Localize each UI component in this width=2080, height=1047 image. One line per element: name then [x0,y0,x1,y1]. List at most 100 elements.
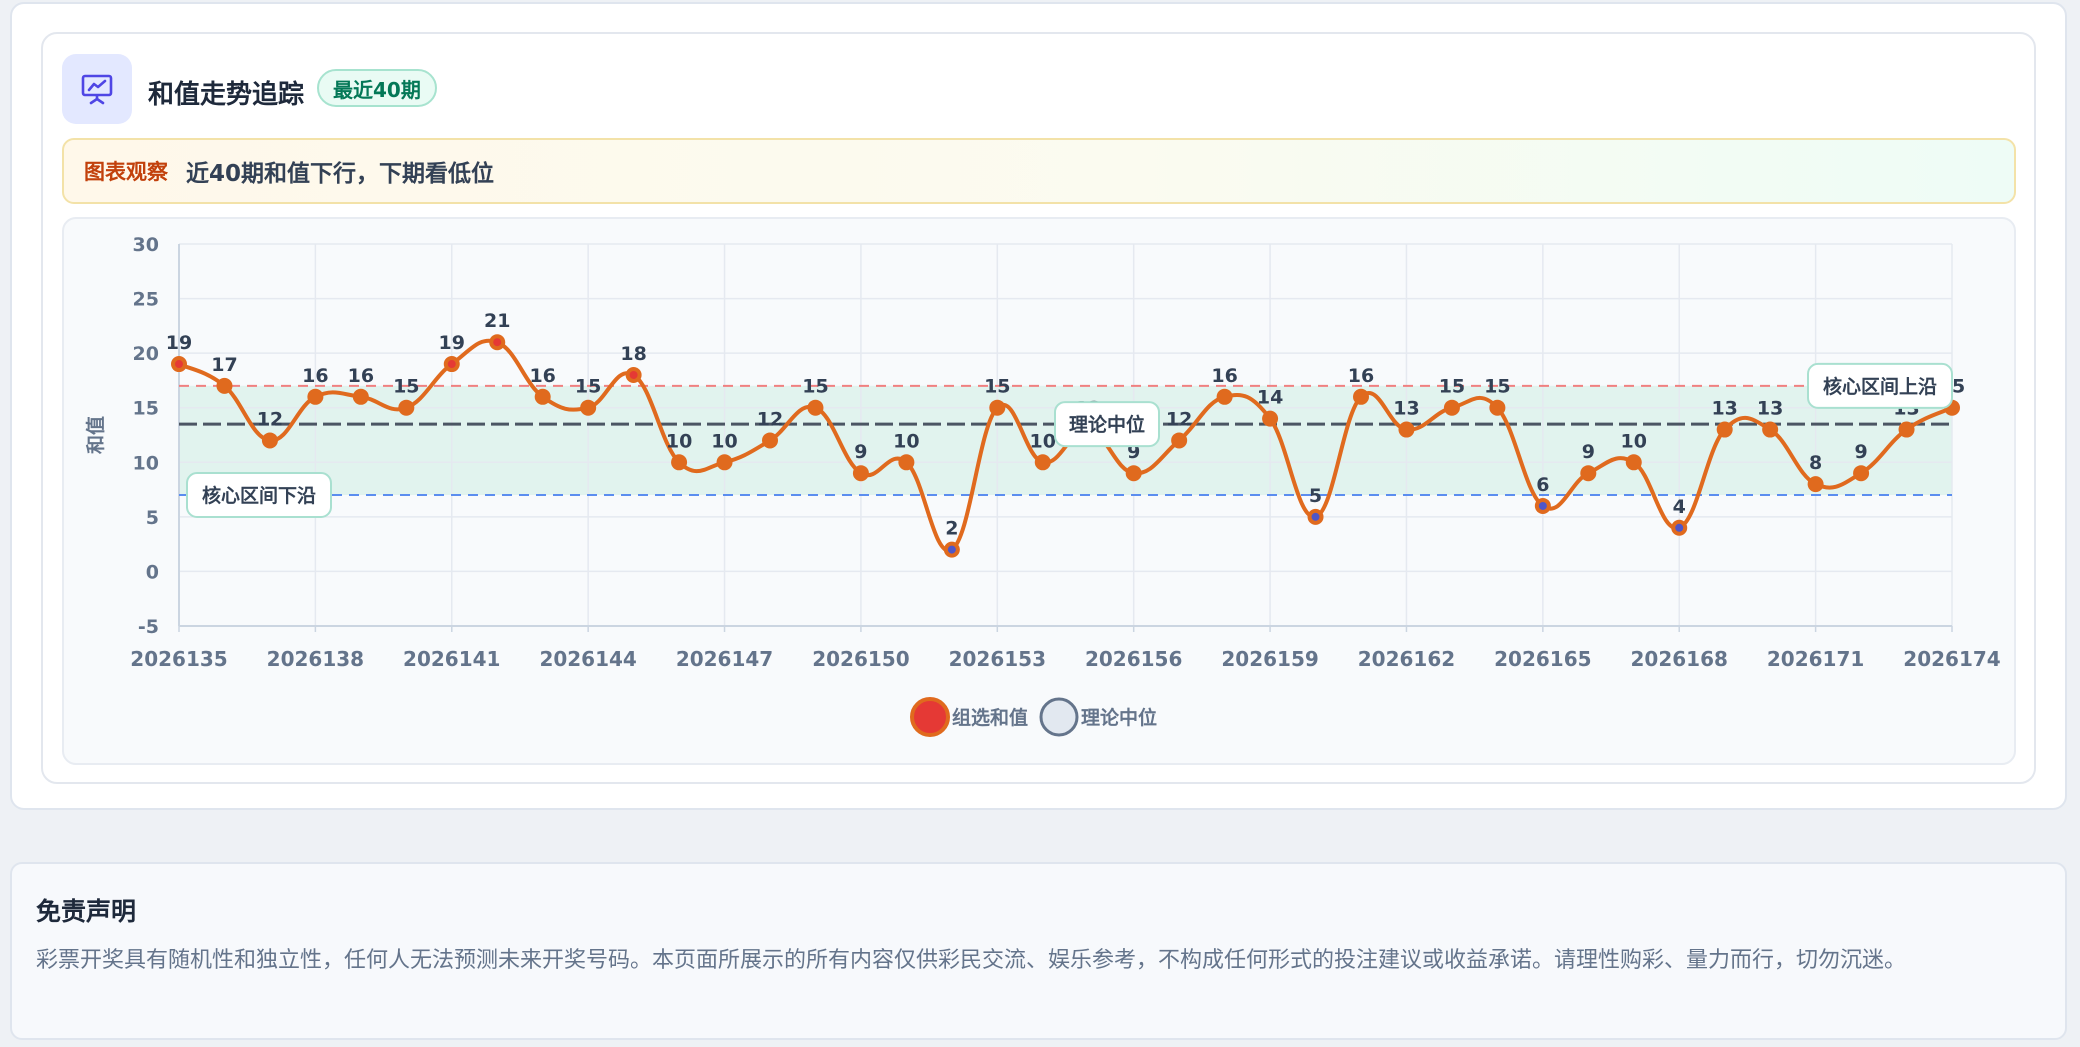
data-label: 5 [1309,485,1322,507]
x-tick-label: 2026168 [1631,647,1728,671]
data-point [1807,476,1824,493]
data-label: 16 [1211,365,1237,387]
data-label: 12 [257,408,283,430]
data-label: 15 [802,376,828,398]
x-tick-label: 2026141 [403,647,500,671]
data-point-hot-marker [493,338,502,347]
data-label: 10 [1621,430,1647,452]
data-label: 4 [1673,496,1686,518]
x-tick-label: 2026171 [1767,647,1864,671]
data-point [762,432,778,449]
data-label: 15 [1439,376,1465,398]
data-label: 16 [302,365,328,387]
data-label: 2 [945,518,958,540]
data-label: 19 [439,332,465,354]
data-label: 13 [1757,398,1783,420]
data-label: 16 [529,365,555,387]
data-label: 15 [1484,376,1510,398]
data-point [898,454,915,471]
data-point [1216,388,1233,405]
data-label: 15 [393,376,419,398]
disclaimer-text: 彩票开奖具有随机性和独立性，任何人无法预测未来开奖号码。本页面所展示的所有内容仅… [36,948,1907,973]
data-point [1353,388,1369,405]
sum-trend-chart: -50510152025302026135 2026138 2026141 20261… [84,234,2001,737]
data-label: 9 [1854,441,1867,463]
legend-item-sum: 组选和值 [910,697,1028,737]
x-tick-label: 2026153 [949,647,1046,671]
data-point [1171,432,1188,449]
data-label: 10 [1030,430,1056,452]
data-point [1898,421,1915,438]
data-point [216,377,233,394]
data-point [1853,465,1870,482]
median-label: 理论中位 [1054,401,1160,448]
upper-range-label: 核心区间上沿 [1807,362,1953,409]
x-tick-label: 2026165 [1494,647,1591,671]
observation-text: 近40期和值下行，下期看低位 [186,161,495,187]
data-label: 15 [984,376,1010,398]
y-tick-label: 15 [133,398,159,420]
data-label: 16 [348,365,374,387]
median-label-text: 理论中位 [1069,413,1145,436]
data-label: 6 [1536,474,1549,496]
data-point [307,388,324,405]
data-point [1125,465,1142,482]
x-tick-label: 2026159 [1221,647,1318,671]
data-label: 16 [1348,365,1374,387]
data-point [807,399,824,416]
chart-observation: 图表观察 近40期和值下行，下期看低位 [62,138,2016,204]
x-tick-label: 2026144 [539,647,636,671]
data-point [1580,465,1597,482]
chart-panel: -5 0 5 10 15 20 25 30 2026135 2026138 2026141 20261… [62,217,2016,765]
data-point [261,432,278,449]
data-point [1716,421,1733,438]
x-tick-label: 2026147 [676,647,773,671]
x-tick-label: 2026156 [1085,647,1182,671]
data-point [534,388,551,405]
y-tick-label: 0 [146,561,159,583]
data-point [352,388,369,405]
data-point [1443,399,1460,416]
data-label: 13 [1393,398,1419,420]
legend-label-median: 理论中位 [1081,706,1157,729]
data-point [1489,399,1506,416]
data-label: 9 [1582,441,1595,463]
data-label: 12 [1166,408,1192,430]
presentation-chart-icon [62,54,132,124]
data-point [989,399,1006,416]
disclaimer: 免责声明 彩票开奖具有随机性和独立性，任何人无法预测未来开奖号码。本页面所展示的… [10,862,2067,1040]
card-title: 和值走势追踪 [148,80,305,110]
upper-range-label-text: 核心区间上沿 [1823,375,1937,398]
legend-item-median: 理论中位 [1039,697,1157,737]
data-point [1262,410,1279,427]
data-label: 12 [757,408,783,430]
data-point [852,465,869,482]
data-point [671,454,688,471]
legend-swatch-median [1039,697,1079,737]
data-point-hot-marker [447,360,456,369]
y-axis-title: 和值 [84,416,107,454]
data-point [1762,421,1779,438]
y-tick-label: 5 [146,507,159,529]
disclaimer-title: 免责声明 [36,897,137,926]
data-label: 13 [1711,398,1737,420]
data-point [716,454,733,471]
lower-range-label-text: 核心区间下沿 [202,484,316,507]
y-tick-label: 25 [133,289,159,311]
data-point-hot-marker [175,360,183,369]
data-point-cold-marker [1675,523,1684,532]
period-badge: 最近40期 [317,69,437,107]
observation-tag: 图表观察 [84,160,168,184]
data-point [1034,454,1051,471]
data-point-cold-marker [1538,501,1547,510]
data-label: 10 [711,430,737,452]
data-label: 8 [1809,452,1822,474]
data-label: 19 [166,332,192,354]
x-tick-label: 2026135 [130,647,227,671]
legend-label-sum: 组选和值 [952,706,1028,729]
data-label: 17 [211,354,237,376]
data-point-hot-marker [629,370,638,379]
data-label: 15 [575,376,601,398]
lower-range-label: 核心区间下沿 [186,472,332,519]
x-tick-label: 2026162 [1358,647,1455,671]
